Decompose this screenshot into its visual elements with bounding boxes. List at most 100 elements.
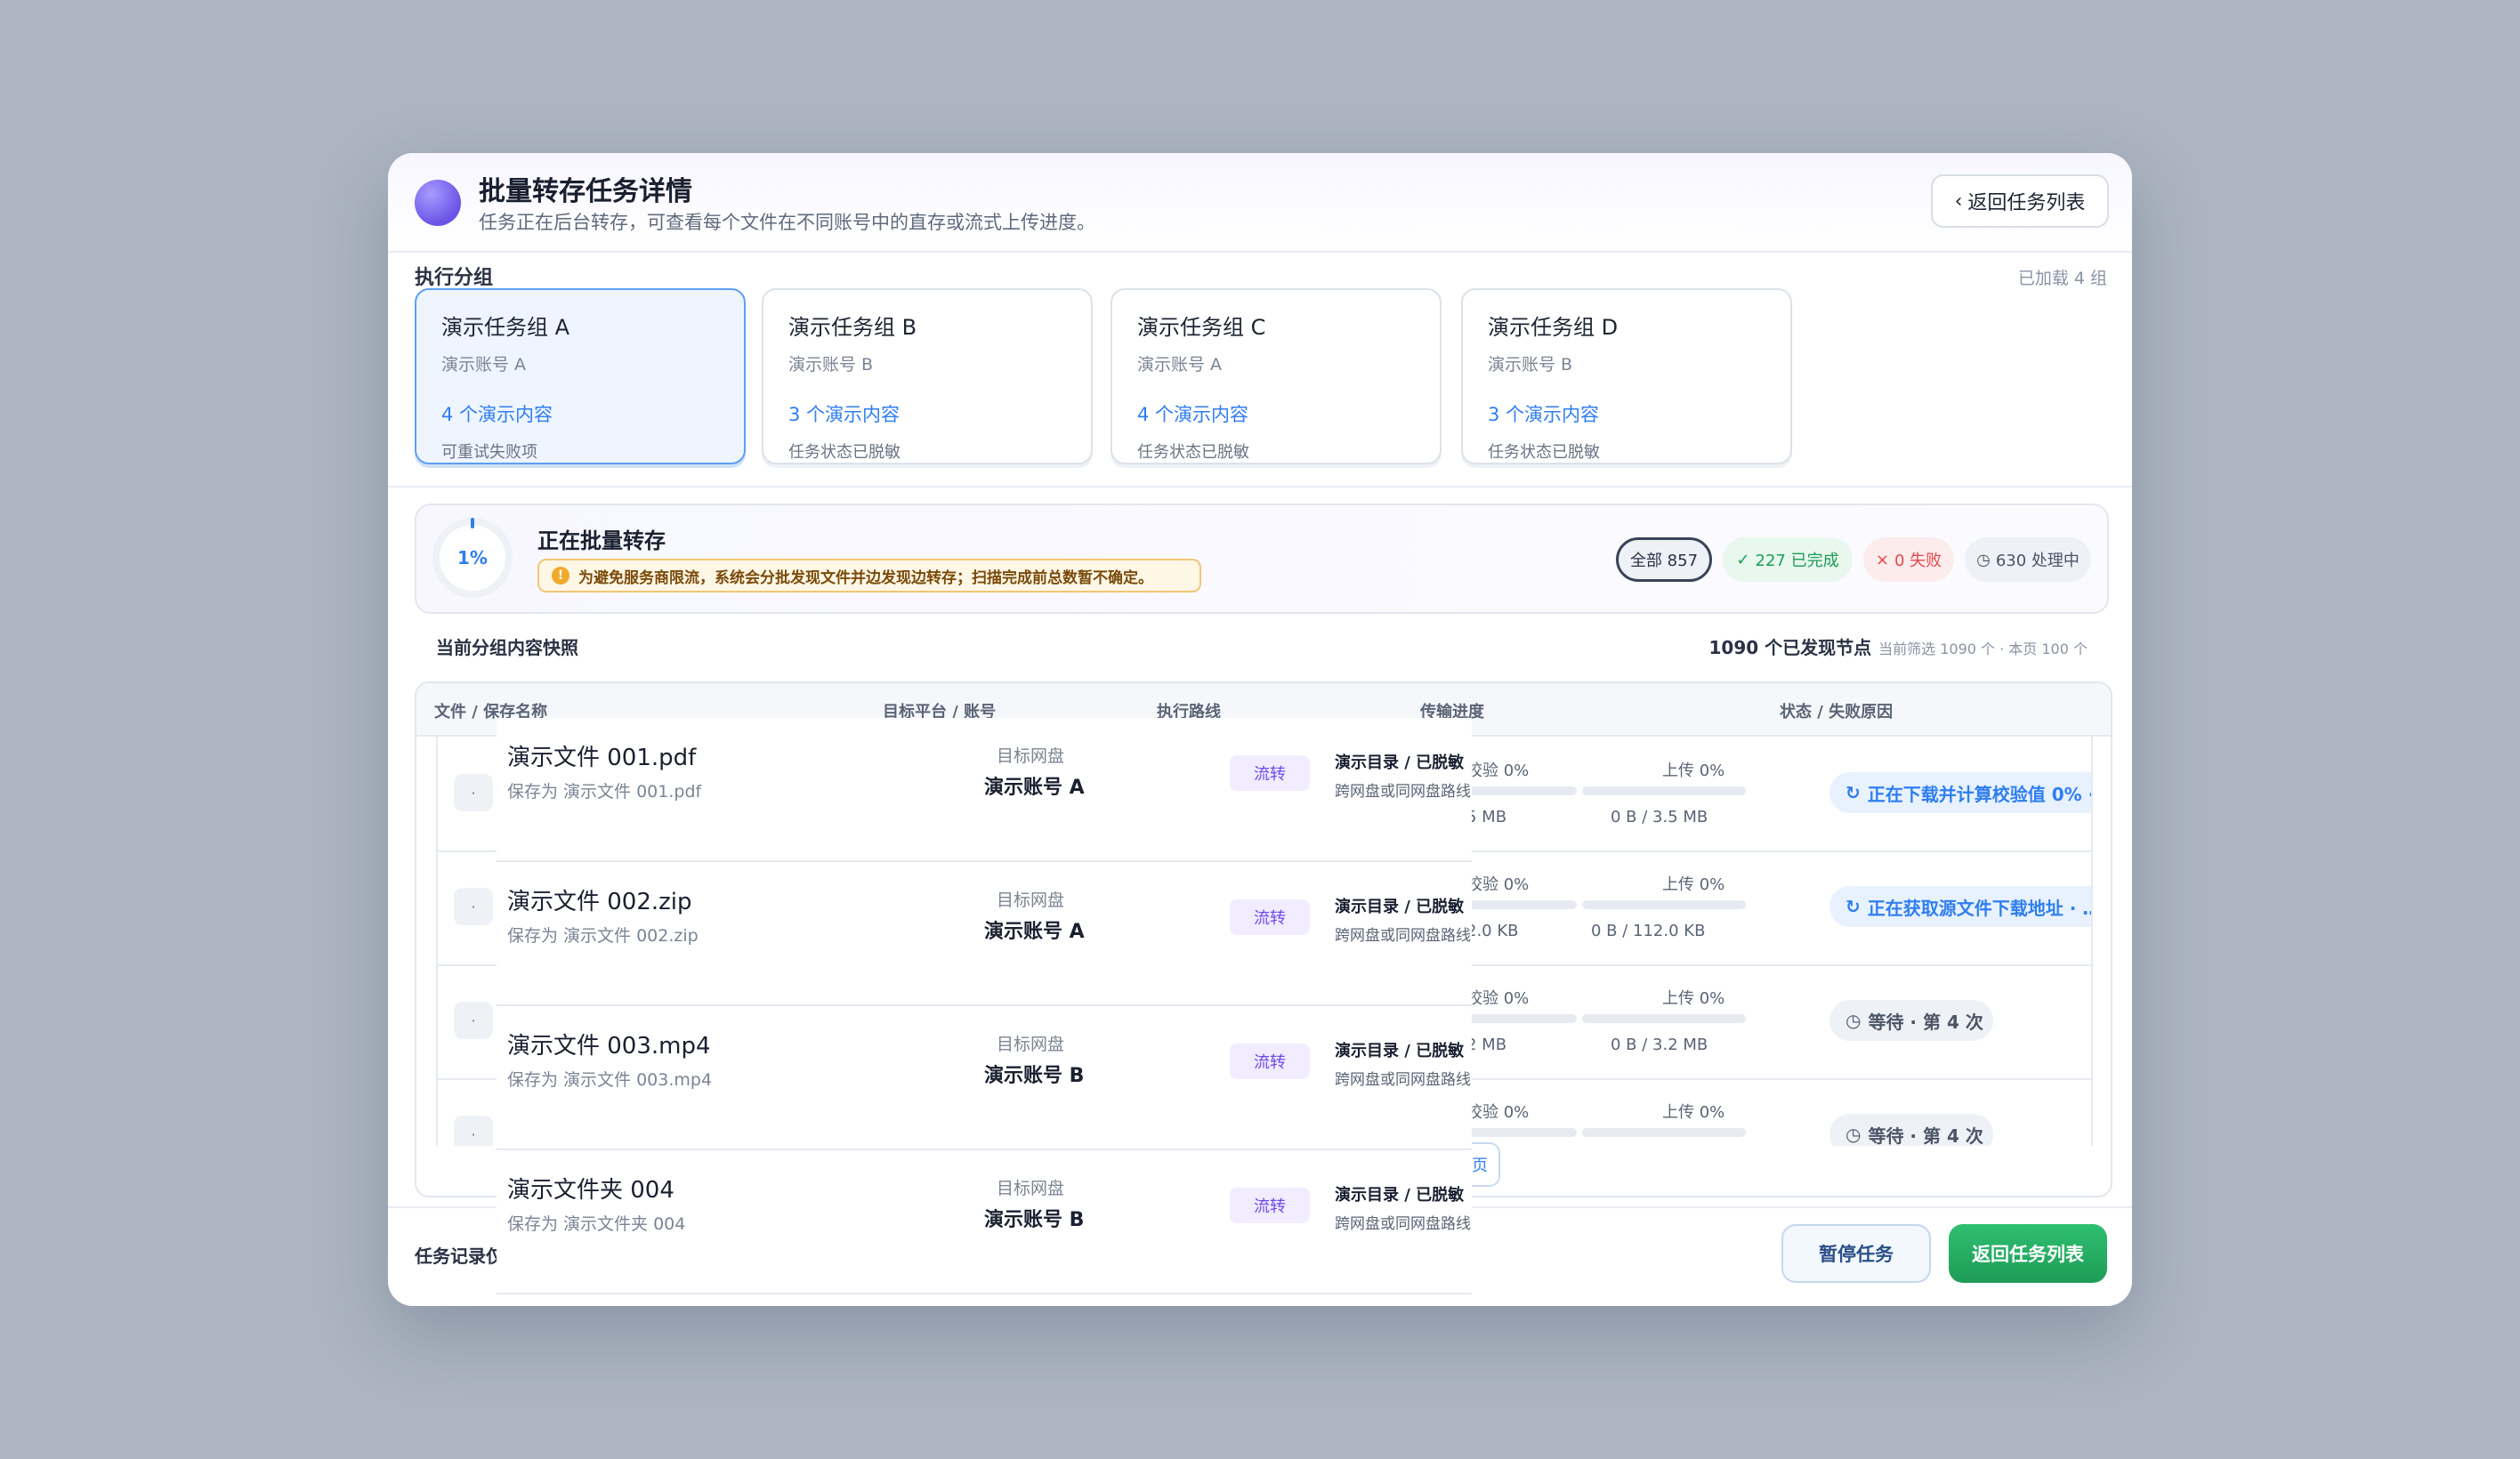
clock-icon: ◷ xyxy=(1976,550,1991,569)
target-directory: 演示目录 / 已脱敏 xyxy=(1335,754,1465,772)
group-name: 演示任务组 D xyxy=(1488,315,1619,340)
status-text: 等待 · 第 4 次 xyxy=(1868,1011,1983,1033)
return-to-list-button[interactable]: 返回任务列表 xyxy=(1949,1224,2107,1283)
group-card-d[interactable]: 演示任务组 D 演示账号 B 3 个演示内容 任务状态已脱敏 xyxy=(1461,288,1792,464)
upload-progress-bar xyxy=(1582,1128,1746,1137)
route-path: 跨网盘或同网盘路线 xyxy=(1335,783,1471,801)
group-card-c[interactable]: 演示任务组 C 演示账号 A 4 个演示内容 任务状态已脱敏 xyxy=(1111,288,1442,464)
page-title: 批量转存任务详情 xyxy=(479,176,692,207)
group-card-a[interactable]: 演示任务组 A 演示账号 A 4 个演示内容 可重试失败项 xyxy=(415,288,746,464)
filter-all-label: 全部 857 xyxy=(1629,552,1699,570)
filter-processing-pill[interactable]: ◷ 630 处理中 xyxy=(1965,537,2091,582)
upload-progress-bar xyxy=(1582,900,1746,909)
progress-ring: 1% xyxy=(440,518,505,591)
overlay-row[interactable]: 演示文件 002.zip 保存为 演示文件 002.zip 目标网盘 演示账号 … xyxy=(497,862,1472,1006)
filter-failed-label: 0 失败 xyxy=(1894,552,1942,570)
refresh-icon: ↻ xyxy=(1846,896,1861,917)
status-text: 正在获取源文件下载地址 · … xyxy=(1867,897,2093,919)
nodes-note: 当前筛选 1090 个 · 本页 100 个 xyxy=(1878,641,2088,657)
row-select-handle[interactable]: · xyxy=(454,1002,493,1039)
target-directory: 演示目录 / 已脱敏 xyxy=(1335,898,1465,916)
overlay-row[interactable]: 演示文件 001.pdf 保存为 演示文件 001.pdf 目标网盘 演示账号 … xyxy=(497,718,1472,862)
save-as-name: 保存为 演示文件 003.mp4 xyxy=(507,1070,713,1090)
upload-size: 0 B / 3.5 MB xyxy=(1611,808,1708,826)
col-status: 状态 / 失败原因 xyxy=(1780,703,1894,721)
status-text: 等待 · 第 4 次 xyxy=(1868,1124,1983,1147)
group-note: 任务状态已脱敏 xyxy=(788,443,901,462)
route-badge: 流转 xyxy=(1230,755,1310,791)
verify-size: 2 MB xyxy=(1466,1036,1507,1054)
refresh-icon: ↻ xyxy=(1846,782,1861,803)
page-subtitle: 任务正在后台转存，可查看每个文件在不同账号中的直存或流式上传进度。 xyxy=(479,212,1095,233)
nodes-count: 1090 个已发现节点 xyxy=(1708,637,1872,658)
upload-label: 上传 0% xyxy=(1662,989,1725,1008)
progress-percent: 1% xyxy=(457,547,488,568)
target-account: 演示账号 A xyxy=(984,777,1085,799)
filter-done-pill[interactable]: ✓ 227 已完成 xyxy=(1723,537,1853,582)
row-select-handle[interactable]: · xyxy=(454,774,493,811)
target-directory: 演示目录 / 已脱敏 xyxy=(1335,1042,1465,1060)
verify-label: 校验 0% xyxy=(1466,875,1530,894)
filter-processing-label: 630 处理中 xyxy=(1995,552,2080,570)
close-icon: × xyxy=(1875,550,1889,569)
group-card-b[interactable]: 演示任务组 B 演示账号 B 3 个演示内容 任务状态已脱敏 xyxy=(762,288,1093,464)
save-as-name: 保存为 演示文件 001.pdf xyxy=(507,782,702,802)
target-account: 演示账号 A xyxy=(984,921,1085,943)
row-select-handle[interactable]: · xyxy=(454,888,493,925)
group-note: 可重试失败项 xyxy=(441,443,537,462)
target-platform: 目标网盘 xyxy=(997,746,1065,766)
task-avatar-icon xyxy=(415,180,461,226)
save-as-name: 保存为 演示文件夹 004 xyxy=(507,1214,686,1234)
filter-done-label: 227 已完成 xyxy=(1755,552,1839,570)
filter-all-pill[interactable]: 全部 857 xyxy=(1616,537,1712,582)
modal-header: 批量转存任务详情 任务正在后台转存，可查看每个文件在不同账号中的直存或流式上传进… xyxy=(388,153,2132,253)
row-select-handle[interactable]: · xyxy=(454,1116,493,1146)
overlay-row[interactable]: 演示文件 003.mp4 保存为 演示文件 003.mp4 目标网盘 演示账号 … xyxy=(497,1006,1472,1150)
upload-label: 上传 0% xyxy=(1662,762,1725,780)
groups-section-label: 执行分组 xyxy=(415,267,494,289)
status-badge: ↻ 正在获取源文件下载地址 · … xyxy=(1829,886,2093,927)
file-name: 演示文件 001.pdf xyxy=(507,745,697,771)
chevron-left-icon: ‹ xyxy=(1954,189,1963,213)
route-badge: 流转 xyxy=(1230,1044,1310,1079)
discovered-nodes: 1090 个已发现节点 当前筛选 1090 个 · 本页 100 个 xyxy=(1708,633,2088,659)
divider xyxy=(388,486,2132,488)
row-detail-overlay: 演示文件 001.pdf 保存为 演示文件 001.pdf 目标网盘 演示账号 … xyxy=(497,718,1472,1294)
group-content-count: 3 个演示内容 xyxy=(1488,404,1600,425)
group-account: 演示账号 B xyxy=(1488,355,1573,375)
group-name: 演示任务组 C xyxy=(1137,315,1266,340)
target-platform: 目标网盘 xyxy=(997,1035,1065,1054)
filter-failed-pill[interactable]: × 0 失败 xyxy=(1863,537,1954,582)
target-directory: 演示目录 / 已脱敏 xyxy=(1335,1186,1465,1205)
pause-task-button[interactable]: 暂停任务 xyxy=(1781,1224,1931,1283)
route-badge: 流转 xyxy=(1230,1188,1310,1223)
warning-text: 为避免服务商限流，系统会分批发现文件并边发现边转存；扫描完成前总数暂不确定。 xyxy=(578,568,1153,587)
verify-progress-bar xyxy=(1466,786,1577,795)
back-button-label: 返回任务列表 xyxy=(1967,192,2086,214)
group-content-count: 4 个演示内容 xyxy=(1137,404,1249,425)
snapshot-label: 当前分组内容快照 xyxy=(436,637,578,658)
status-badge: ◷ 等待 · 第 4 次 xyxy=(1829,1000,1993,1041)
target-account: 演示账号 B xyxy=(984,1209,1085,1231)
verify-label: 校验 0% xyxy=(1466,989,1530,1008)
route-path: 跨网盘或同网盘路线 xyxy=(1335,1215,1471,1233)
upload-size: 0 B / 3.2 MB xyxy=(1611,1036,1708,1054)
clock-icon: ◷ xyxy=(1846,1010,1862,1031)
group-account: 演示账号 A xyxy=(441,355,527,375)
groups-loaded-count: 已加载 4 组 xyxy=(2017,269,2107,288)
return-button-label: 返回任务列表 xyxy=(1972,1244,2084,1265)
upload-label: 上传 0% xyxy=(1662,875,1725,894)
file-name: 演示文件 003.mp4 xyxy=(507,1033,711,1060)
verify-size: 2.0 KB xyxy=(1466,922,1519,940)
upload-progress-bar xyxy=(1582,786,1746,795)
back-to-list-button[interactable]: ‹ 返回任务列表 xyxy=(1931,174,2109,228)
group-name: 演示任务组 B xyxy=(788,315,917,340)
group-content-count: 4 个演示内容 xyxy=(441,404,553,425)
route-badge: 流转 xyxy=(1230,899,1310,935)
group-account: 演示账号 B xyxy=(788,355,874,375)
batch-progress-card: 1% 正在批量转存 ! 为避免服务商限流，系统会分批发现文件并边发现边转存；扫描… xyxy=(415,504,2109,614)
file-name: 演示文件 002.zip xyxy=(507,889,692,915)
footer-note: 任务记录仅 xyxy=(415,1245,504,1267)
overlay-row[interactable]: 演示文件夹 004 保存为 演示文件夹 004 目标网盘 演示账号 B 流转 演… xyxy=(497,1150,1472,1294)
upload-label: 上传 0% xyxy=(1662,1103,1725,1122)
